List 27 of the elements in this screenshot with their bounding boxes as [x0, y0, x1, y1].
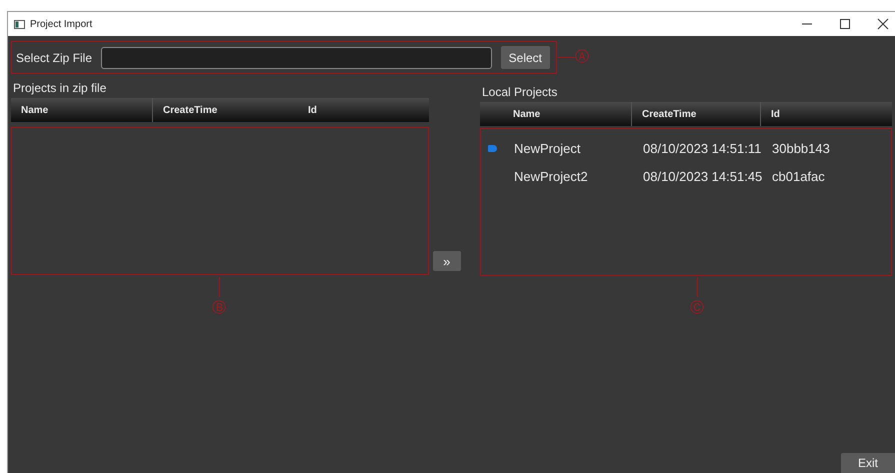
column-header[interactable]: Id	[298, 98, 429, 122]
zip-path-field[interactable]	[101, 46, 492, 68]
callout-label: Ⓐ	[575, 50, 589, 64]
app-icon	[14, 20, 25, 28]
column-header[interactable]: CreateTime	[153, 98, 298, 122]
move-button[interactable]: »	[432, 251, 461, 271]
select-button[interactable]: Select	[500, 46, 550, 69]
column-header[interactable]: Id	[761, 102, 892, 126]
panel-title: Projects in zip file	[13, 81, 108, 97]
window-title: Project Import	[30, 18, 92, 30]
panel-title: Local Projects	[482, 85, 558, 101]
callout-line	[219, 277, 220, 297]
column-header[interactable]: Name	[11, 98, 153, 122]
callout-label: Ⓑ	[212, 301, 226, 315]
table-cell-text: 08/10/2023 14:51:45	[642, 168, 762, 184]
table-cell-text: cb01afac	[771, 168, 826, 184]
table-cell-text: 30bbb143	[771, 140, 831, 156]
column-header[interactable]: Name	[503, 102, 632, 126]
table-cell-text: 08/10/2023 14:51:11	[642, 140, 762, 156]
column-header[interactable]: CreateTime	[632, 102, 761, 126]
table-cell-text: NewProject2	[513, 168, 589, 184]
callout-label: Ⓒ	[690, 301, 704, 315]
maximize-icon[interactable]	[839, 18, 851, 30]
exit-button[interactable]: Exit	[841, 453, 895, 473]
table-cell-text: NewProject	[513, 140, 582, 156]
field-label: Select Zip File	[16, 50, 92, 64]
close-icon[interactable]	[877, 18, 889, 30]
